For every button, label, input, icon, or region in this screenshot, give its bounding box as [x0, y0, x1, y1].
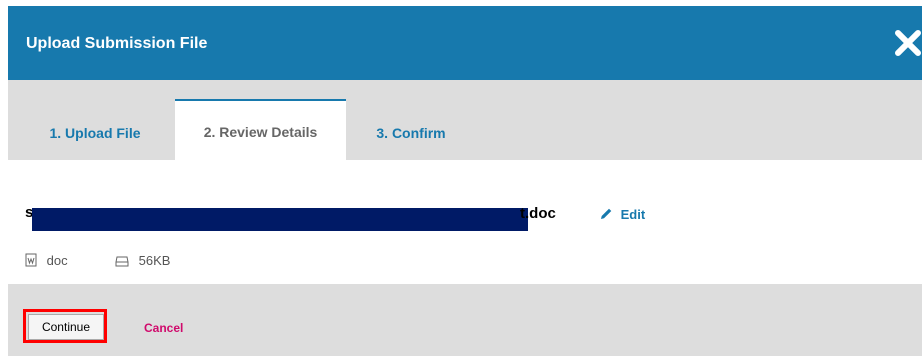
file-name: t.doc — [520, 205, 556, 222]
tab-confirm[interactable]: 3. Confirm — [353, 105, 469, 160]
close-icon[interactable] — [894, 26, 922, 60]
drive-icon — [115, 253, 139, 268]
continue-button[interactable]: Continue — [28, 314, 104, 340]
tab-review-details[interactable]: 2. Review Details — [175, 99, 346, 162]
cancel-link[interactable]: Cancel — [144, 321, 183, 335]
file-type-label: doc — [46, 253, 68, 268]
upload-submission-modal: Upload Submission File 1. Upload File 3.… — [8, 6, 922, 356]
edit-label: Edit — [620, 207, 646, 222]
modal-header: Upload Submission File — [8, 6, 922, 80]
modal-footer: Continue Cancel — [8, 284, 922, 356]
redacted-file-name — [32, 208, 528, 231]
pencil-icon — [600, 207, 621, 222]
tab-upload-file[interactable]: 1. Upload File — [27, 105, 163, 160]
file-details: s t.doc Edit doc 56KB — [8, 160, 922, 290]
file-type: doc — [25, 253, 68, 268]
modal-title: Upload Submission File — [26, 35, 208, 52]
word-file-icon — [25, 253, 47, 268]
tabs-bar: 1. Upload File 3. Confirm — [8, 80, 922, 160]
file-size: 56KB — [115, 253, 170, 268]
edit-link[interactable]: Edit — [600, 207, 645, 222]
file-size-label: 56KB — [138, 253, 171, 268]
